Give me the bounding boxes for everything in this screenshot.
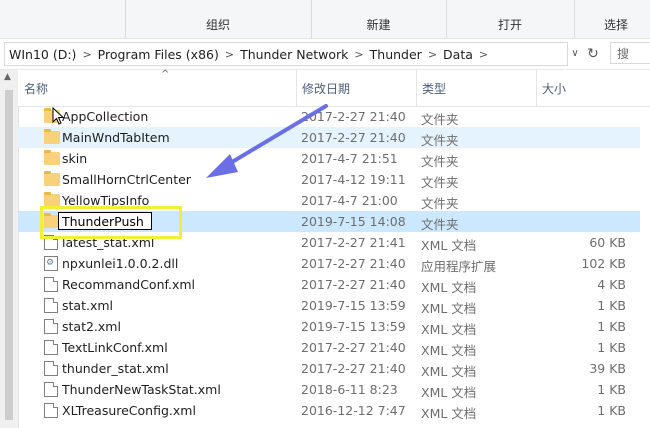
- list-item[interactable]: npxunlei1.0.0.2.dll 2017-2-27 21:40 应用程序…: [18, 253, 640, 274]
- list-item[interactable]: YellowTipsInfo 2017-4-7 21:00 文件夹: [18, 190, 640, 211]
- ribbon-group-organize[interactable]: 组织: [125, 0, 312, 38]
- column-header-type[interactable]: 类型: [416, 70, 537, 106]
- ribbon-group-clipboard[interactable]: [0, 0, 126, 38]
- column-header-date[interactable]: 修改日期: [296, 70, 417, 106]
- scrollbar-thumb[interactable]: [5, 90, 13, 420]
- list-item[interactable]: latest_stat.xml 2017-2-27 21:41 XML 文档 6…: [18, 232, 640, 253]
- scroll-up-icon[interactable]: ▲: [4, 72, 11, 82]
- chevron-right-icon[interactable]: >: [80, 48, 93, 61]
- list-item[interactable]: XLTreasureConfig.xml 2016-12-12 7:47 XML…: [18, 400, 640, 421]
- breadcrumb-program-files[interactable]: Program Files (x86): [94, 47, 223, 62]
- chevron-right-icon[interactable]: >: [477, 48, 490, 61]
- folder-icon: [44, 150, 60, 165]
- column-header-name[interactable]: 名称 ^: [18, 69, 297, 106]
- breadcrumb-data[interactable]: Data: [439, 47, 477, 62]
- column-header-row: 名称 ^ 修改日期 类型 大小: [18, 69, 650, 107]
- list-item[interactable]: AppCollection 2017-2-27 21:40 文件夹: [18, 106, 640, 127]
- ribbon-group-label: 选择: [604, 18, 629, 32]
- ribbon-group-new[interactable]: 新建: [311, 0, 447, 38]
- ribbon-group-label: 新建: [366, 18, 391, 32]
- ribbon-group-select[interactable]: 选择: [574, 0, 650, 38]
- ribbon-group-open[interactable]: 打开: [446, 0, 575, 38]
- list-item[interactable]: MainWndTabItem 2017-2-27 21:40 文件夹: [18, 127, 640, 148]
- list-item[interactable]: stat2.xml 2019-7-15 13:59 XML 文档 1 KB: [18, 316, 640, 337]
- column-header-size[interactable]: 大小: [536, 70, 650, 106]
- file-icon: [44, 298, 58, 313]
- file-icon: [44, 403, 58, 418]
- navigation-pane-scrollbar[interactable]: ▲: [0, 70, 19, 428]
- list-item[interactable]: RecommandConf.xml 2017-2-27 21:40 XML 文档…: [18, 274, 640, 295]
- refresh-icon[interactable]: ↻: [584, 43, 602, 65]
- folder-icon: [44, 192, 60, 207]
- ribbon: 组织 新建 打开 选择: [0, 0, 650, 39]
- file-icon: [44, 277, 58, 292]
- list-item[interactable]: thunder_stat.xml 2017-2-27 21:40 XML 文档 …: [18, 358, 640, 379]
- list-item[interactable]: TextLinkConf.xml 2017-2-27 21:40 XML 文档 …: [18, 337, 640, 358]
- list-item-renaming[interactable]: ThunderPush 2019-7-15 14:08 文件夹: [18, 211, 640, 232]
- chevron-right-icon[interactable]: >: [352, 48, 365, 61]
- breadcrumb[interactable]: WIn10 (D:) > Program Files (x86) > Thund…: [4, 42, 568, 66]
- breadcrumb-drive[interactable]: WIn10 (D:): [5, 47, 80, 62]
- address-bar-row: WIn10 (D:) > Program Files (x86) > Thund…: [0, 39, 650, 70]
- breadcrumb-thunder-network[interactable]: Thunder Network: [236, 47, 352, 62]
- list-item[interactable]: stat.xml 2019-7-15 13:59 XML 文档 1 KB: [18, 295, 640, 316]
- folder-icon: [44, 171, 60, 186]
- breadcrumb-thunder[interactable]: Thunder: [366, 47, 426, 62]
- chevron-right-icon[interactable]: >: [223, 48, 236, 61]
- file-icon: [44, 235, 58, 250]
- file-icon: [44, 382, 58, 397]
- dll-icon: [44, 256, 58, 271]
- folder-icon: [44, 129, 60, 144]
- ribbon-group-label: 打开: [497, 18, 522, 32]
- file-icon: [44, 340, 58, 355]
- file-icon: [44, 319, 58, 334]
- file-icon: [44, 361, 58, 376]
- sort-ascending-icon: ^: [161, 69, 170, 80]
- chevron-down-icon[interactable]: ∨: [568, 43, 582, 65]
- ribbon-group-label: 组织: [205, 18, 230, 32]
- search-input[interactable]: 搜: [610, 42, 650, 64]
- list-item[interactable]: skin 2017-4-7 21:51 文件夹: [18, 148, 640, 169]
- file-list: AppCollection 2017-2-27 21:40 文件夹 MainWn…: [18, 106, 650, 428]
- chevron-right-icon[interactable]: >: [426, 48, 439, 61]
- rename-input[interactable]: ThunderPush: [58, 212, 152, 230]
- list-item[interactable]: SmallHornCtrlCenter 2017-4-12 19:11 文件夹: [18, 169, 640, 190]
- list-item[interactable]: ThunderNewTaskStat.xml 2018-6-11 8:23 XM…: [18, 379, 640, 400]
- folder-icon: [44, 108, 60, 123]
